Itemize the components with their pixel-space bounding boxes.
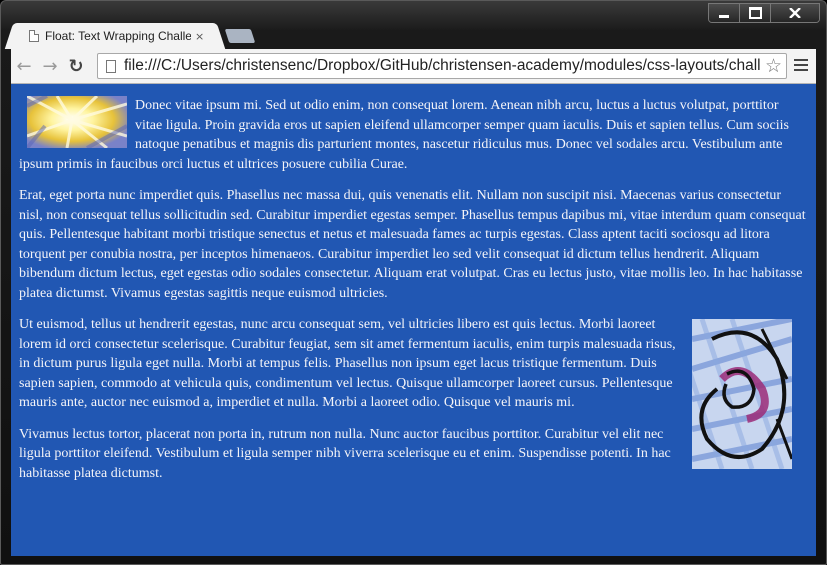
- menu-button[interactable]: [794, 59, 808, 74]
- file-icon: [106, 59, 116, 73]
- close-icon: [789, 8, 801, 18]
- page-viewport: Donec vitae ipsum mi. Sed ut odio enim, …: [11, 84, 816, 556]
- tab-title: Float: Text Wrapping Challe: [45, 29, 191, 43]
- menu-icon-bar: [794, 64, 808, 66]
- bookmark-star-icon[interactable]: ☆: [765, 55, 782, 77]
- paragraph-text: Donec vitae ipsum mi. Sed ut odio enim, …: [19, 98, 789, 172]
- paragraph-text: Ut euismod, tellus ut hendrerit egestas,…: [19, 317, 676, 410]
- maximize-button[interactable]: [740, 4, 771, 22]
- minimize-icon: [719, 14, 729, 18]
- close-window-button[interactable]: [771, 4, 819, 22]
- tab-close-button[interactable]: ×: [195, 30, 204, 43]
- menu-icon-bar: [794, 59, 808, 61]
- page-icon: [29, 30, 39, 42]
- browser-toolbar: ← → ↻ file:///C:/Users/christensenc/Drop…: [11, 49, 816, 84]
- browser-window: Float: Text Wrapping Challe × ← → ↻ file…: [0, 0, 827, 565]
- tab-active[interactable]: Float: Text Wrapping Challe ×: [15, 23, 215, 49]
- maximize-icon: [748, 7, 762, 19]
- paragraph-3: Ut euismod, tellus ut hendrerit egestas,…: [19, 315, 808, 469]
- back-button[interactable]: ←: [11, 53, 37, 79]
- paragraph-1: Donec vitae ipsum mi. Sed ut odio enim, …: [19, 96, 808, 174]
- window-controls: [708, 3, 820, 23]
- url-text[interactable]: file:///C:/Users/christensenc/Dropbox/Gi…: [124, 57, 764, 75]
- forward-button[interactable]: →: [37, 53, 63, 79]
- page-content: Donec vitae ipsum mi. Sed ut odio enim, …: [11, 84, 816, 483]
- new-tab-button[interactable]: [224, 29, 256, 43]
- paragraph-4: Vivamus lectus tortor, placerat non port…: [19, 426, 671, 481]
- float-right-image: [692, 319, 792, 469]
- float-left-image: [27, 96, 127, 148]
- reload-button[interactable]: ↻: [63, 53, 89, 79]
- menu-icon-bar: [794, 69, 808, 71]
- tab-strip: Float: Text Wrapping Challe ×: [11, 23, 311, 49]
- minimize-button[interactable]: [709, 4, 740, 22]
- address-bar[interactable]: file:///C:/Users/christensenc/Dropbox/Gi…: [97, 53, 787, 79]
- paragraph-2: Erat, eget porta nunc imperdiet quis. Ph…: [19, 188, 806, 301]
